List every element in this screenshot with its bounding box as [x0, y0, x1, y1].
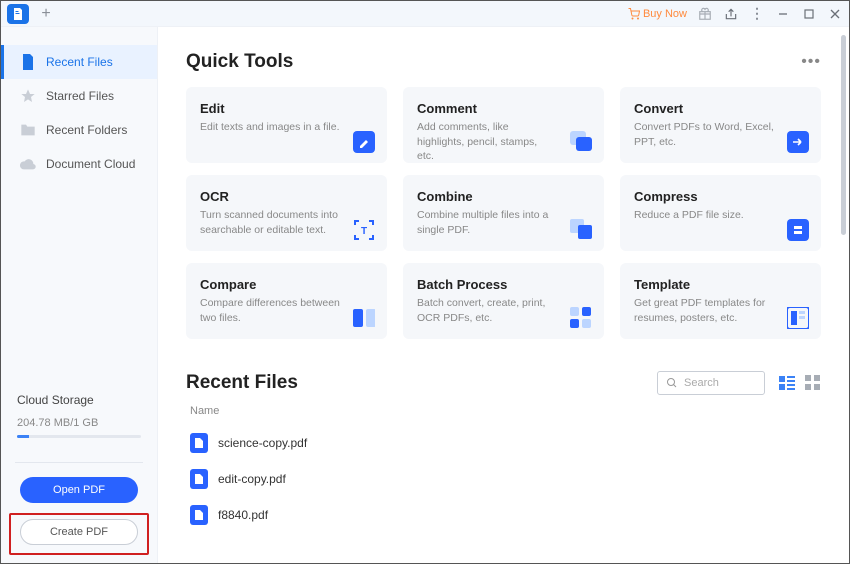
search-placeholder: Search	[684, 377, 719, 389]
app-tab[interactable]	[7, 4, 29, 24]
card-compare[interactable]: Compare Compare differences between two …	[186, 263, 387, 339]
share-icon[interactable]	[723, 6, 739, 22]
star-icon	[20, 88, 36, 104]
sidebar-item-label: Starred Files	[46, 89, 114, 103]
batch-icon	[570, 307, 592, 329]
card-desc: Get great PDF templates for resumes, pos…	[634, 296, 774, 325]
card-desc: Reduce a PDF file size.	[634, 208, 774, 223]
sidebar-item-document-cloud[interactable]: Document Cloud	[1, 147, 157, 181]
card-title: Batch Process	[417, 277, 590, 292]
file-name: edit-copy.pdf	[218, 472, 286, 486]
card-title: Convert	[634, 101, 807, 116]
maximize-button[interactable]	[801, 6, 817, 22]
card-title: Compare	[200, 277, 373, 292]
cloud-storage-bar	[17, 435, 141, 438]
create-pdf-button[interactable]: Create PDF	[20, 519, 138, 545]
sidebar-item-starred-files[interactable]: Starred Files	[1, 79, 157, 113]
file-row[interactable]: f8840.pdf	[186, 497, 821, 533]
cloud-icon	[20, 156, 36, 172]
card-desc: Compare differences between two files.	[200, 296, 340, 325]
file-icon	[20, 54, 36, 70]
file-name: f8840.pdf	[218, 508, 268, 522]
file-row[interactable]: science-copy.pdf	[186, 425, 821, 461]
card-title: Template	[634, 277, 807, 292]
card-ocr[interactable]: OCR Turn scanned documents into searchab…	[186, 175, 387, 251]
ocr-icon: T	[353, 219, 375, 241]
buy-now-label: Buy Now	[643, 8, 687, 20]
cloud-storage-usage: 204.78 MB/1 GB	[17, 417, 141, 429]
recent-files-title: Recent Files	[186, 372, 298, 394]
open-pdf-button[interactable]: Open PDF	[20, 477, 138, 503]
cart-icon	[628, 8, 640, 20]
column-header-name: Name	[186, 405, 821, 417]
card-desc: Convert PDFs to Word, Excel, PPT, etc.	[634, 120, 774, 149]
card-desc: Turn scanned documents into searchable o…	[200, 208, 340, 237]
card-batch-process[interactable]: Batch Process Batch convert, create, pri…	[403, 263, 604, 339]
divider	[15, 462, 143, 463]
search-icon	[666, 377, 678, 389]
more-menu[interactable]: ⋮	[749, 6, 765, 22]
gift-icon[interactable]	[697, 6, 713, 22]
card-combine[interactable]: Combine Combine multiple files into a si…	[403, 175, 604, 251]
pdf-file-icon	[190, 433, 208, 453]
compress-icon	[787, 219, 809, 241]
card-desc: Batch convert, create, print, OCR PDFs, …	[417, 296, 557, 325]
buy-now-link[interactable]: Buy Now	[628, 8, 687, 20]
compare-icon	[353, 307, 375, 329]
card-compress[interactable]: Compress Reduce a PDF file size.	[620, 175, 821, 251]
card-comment[interactable]: Comment Add comments, like highlights, p…	[403, 87, 604, 163]
cloud-storage-section: Cloud Storage 204.78 MB/1 GB	[1, 387, 157, 462]
combine-icon	[570, 219, 592, 241]
edit-icon	[353, 131, 375, 153]
card-edit[interactable]: Edit Edit texts and images in a file.	[186, 87, 387, 163]
card-title: Edit	[200, 101, 373, 116]
card-title: Comment	[417, 101, 590, 116]
new-tab-button[interactable]: +	[37, 5, 55, 23]
scrollbar-thumb[interactable]	[841, 35, 846, 235]
card-desc: Edit texts and images in a file.	[200, 120, 340, 135]
sidebar-item-label: Recent Folders	[46, 123, 127, 137]
close-button[interactable]	[827, 6, 843, 22]
quick-tools-grid: Edit Edit texts and images in a file. Co…	[186, 87, 821, 339]
sidebar-item-recent-folders[interactable]: Recent Folders	[1, 113, 157, 147]
file-name: science-copy.pdf	[218, 436, 307, 450]
sidebar-item-label: Recent Files	[46, 55, 113, 69]
comment-icon	[570, 131, 592, 153]
card-template[interactable]: Template Get great PDF templates for res…	[620, 263, 821, 339]
cloud-storage-title: Cloud Storage	[17, 393, 141, 407]
pdf-file-icon	[190, 469, 208, 489]
search-input[interactable]: Search	[657, 371, 765, 395]
minimize-button[interactable]	[775, 6, 791, 22]
convert-icon	[787, 131, 809, 153]
card-title: Compress	[634, 189, 807, 204]
card-desc: Combine multiple files into a single PDF…	[417, 208, 557, 237]
titlebar: + Buy Now ⋮	[1, 1, 849, 27]
template-icon	[787, 307, 809, 329]
card-title: Combine	[417, 189, 590, 204]
grid-view-icon[interactable]	[805, 375, 821, 391]
card-convert[interactable]: Convert Convert PDFs to Word, Excel, PPT…	[620, 87, 821, 163]
list-view-icon[interactable]	[779, 375, 795, 391]
sidebar-item-label: Document Cloud	[46, 157, 135, 171]
file-row[interactable]: edit-copy.pdf	[186, 461, 821, 497]
card-title: OCR	[200, 189, 373, 204]
create-pdf-highlight: Create PDF	[9, 513, 149, 555]
card-desc: Add comments, like highlights, pencil, s…	[417, 120, 557, 164]
main-area: Quick Tools ••• Edit Edit texts and imag…	[158, 27, 849, 563]
folder-icon	[20, 122, 36, 138]
quick-tools-more[interactable]: •••	[801, 53, 821, 71]
pdf-file-icon	[190, 505, 208, 525]
svg-text:T: T	[361, 226, 367, 237]
sidebar-item-recent-files[interactable]: Recent Files	[1, 45, 157, 79]
quick-tools-title: Quick Tools	[186, 51, 293, 73]
sidebar: Recent Files Starred Files Recent Folder…	[1, 27, 158, 563]
